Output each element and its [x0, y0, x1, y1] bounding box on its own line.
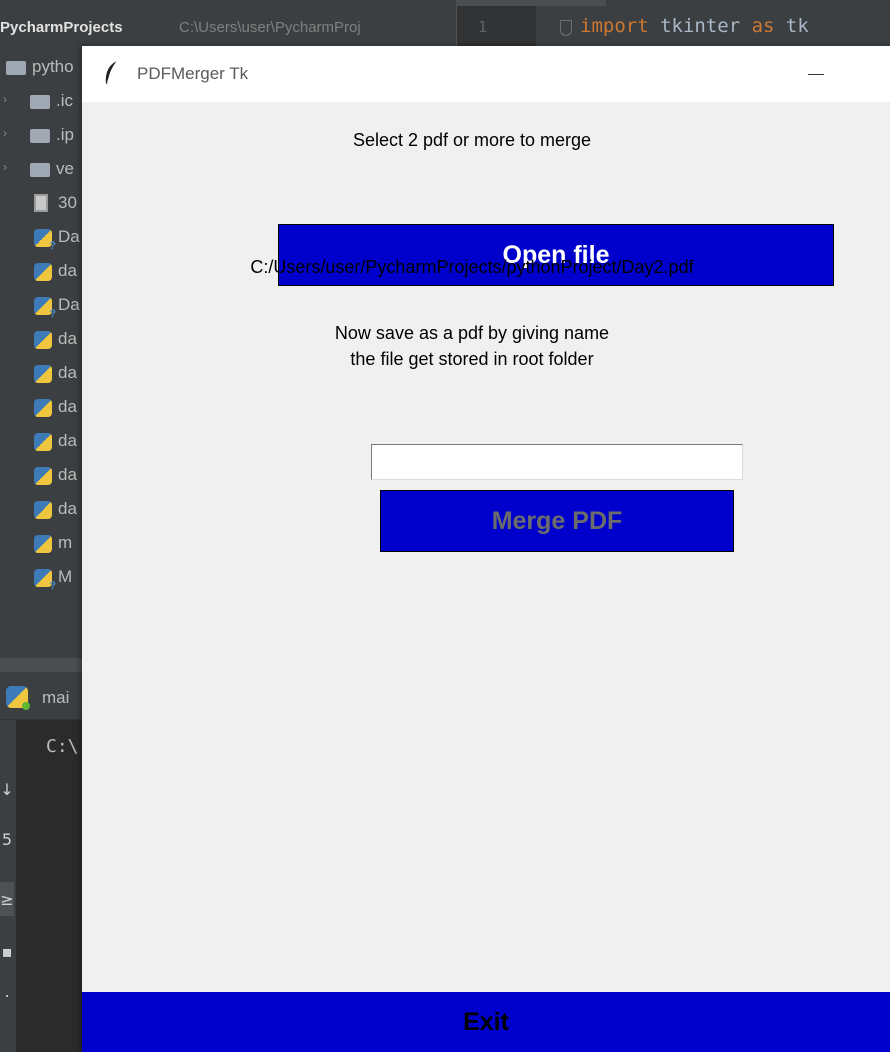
tree-item[interactable]: › .ic	[0, 86, 82, 120]
project-tree-scrollbar[interactable]	[0, 658, 82, 672]
tree-item-label: M	[58, 567, 73, 586]
python-file-icon	[34, 501, 52, 519]
editor-gutter	[456, 6, 536, 46]
python-file-icon	[34, 535, 52, 553]
tree-item[interactable]: 30	[0, 188, 82, 222]
tree-item[interactable]: da	[0, 392, 82, 426]
python-file-icon	[34, 467, 52, 485]
tree-item[interactable]: › .ip	[0, 120, 82, 154]
tree-item-label: da	[58, 499, 77, 518]
console-output: C:\	[46, 736, 79, 757]
select-instruction-label: Select 2 pdf or more to merge	[352, 130, 592, 150]
tree-item[interactable]: Da	[0, 290, 82, 324]
save-instruction-line2: the file get stored in root folder	[350, 349, 594, 369]
python-file-icon	[34, 229, 56, 252]
tree-item[interactable]: M	[0, 562, 82, 596]
exit-button[interactable]: Exit	[82, 992, 890, 1052]
ide-project-title[interactable]: PycharmProjects	[0, 19, 123, 36]
editor-line-number: 1	[478, 18, 488, 36]
tree-item-label: da	[58, 329, 77, 348]
window-content: Select 2 pdf or more to merge Open file …	[82, 102, 872, 992]
tree-item-label: da	[58, 397, 77, 416]
tree-item-label: pytho	[32, 57, 74, 76]
tree-item[interactable]: da	[0, 460, 82, 494]
merge-pdf-button[interactable]: Merge PDF	[380, 490, 734, 552]
tree-item[interactable]: Da	[0, 222, 82, 256]
expand-arrow-icon[interactable]: ›	[3, 92, 7, 106]
save-instruction-line1: Now save as a pdf by giving name	[334, 323, 610, 343]
project-tree: pytho › .ic › .ip › ve 30 Da da Da da da da da da da mM	[0, 46, 82, 658]
python-file-icon	[34, 433, 52, 451]
code-keyword-import: import	[580, 15, 649, 37]
folder-icon	[30, 129, 50, 143]
folder-icon	[30, 163, 50, 177]
tree-item-label: da	[58, 261, 77, 280]
code-keyword-as: as	[751, 15, 775, 37]
text-file-icon	[34, 194, 48, 212]
run-tab-label[interactable]: mai	[42, 688, 69, 708]
tree-item-label: m	[58, 533, 73, 552]
tree-item[interactable]: pytho	[0, 52, 82, 86]
tree-item-label: .ip	[56, 125, 74, 144]
python-file-icon	[34, 263, 52, 281]
tree-item-label: da	[58, 431, 77, 450]
python-run-icon	[6, 686, 30, 710]
run-toolstrip: ↓ 5 ≥ ▪.	[0, 720, 16, 1052]
python-file-icon	[34, 331, 52, 349]
tree-item[interactable]: da	[0, 324, 82, 358]
run-tool-icon[interactable]: ↓	[0, 780, 14, 799]
selected-file-path: C:/Users/user/PycharmProjects/pythonProj…	[250, 257, 694, 277]
tree-item[interactable]: m	[0, 528, 82, 562]
python-file-icon	[34, 297, 56, 320]
tree-item-label: da	[58, 465, 77, 484]
run-tool-icon[interactable]: 5	[0, 830, 14, 849]
tree-item-label: ve	[56, 159, 74, 178]
editor-code-line[interactable]: import tkinter as tk	[580, 15, 809, 37]
output-filename-input[interactable]	[371, 444, 743, 480]
code-module: tkinter	[648, 15, 752, 37]
tree-item[interactable]: › ve	[0, 154, 82, 188]
tree-item[interactable]: da	[0, 256, 82, 290]
minimize-button[interactable]	[798, 56, 838, 92]
folder-icon	[30, 95, 50, 109]
tree-item[interactable]: da	[0, 494, 82, 528]
ide-project-path: C:\Users\user\PycharmProj	[179, 19, 361, 36]
expand-arrow-icon[interactable]: ›	[3, 126, 7, 140]
run-tool-icon[interactable]: .	[0, 982, 14, 1001]
tree-item-label: Da	[58, 227, 80, 246]
tree-item[interactable]: da	[0, 358, 82, 392]
run-tool-icon[interactable]: ▪	[0, 942, 14, 961]
tree-item-label: da	[58, 363, 77, 382]
fold-marker-icon[interactable]	[560, 20, 572, 36]
folder-icon	[6, 61, 26, 75]
python-file-icon	[34, 399, 52, 417]
expand-arrow-icon[interactable]: ›	[3, 160, 7, 174]
tree-item[interactable]: da	[0, 426, 82, 460]
window-titlebar[interactable]: PDFMerger Tk	[82, 46, 890, 102]
pdfmerger-window: PDFMerger Tk Select 2 pdf or more to mer…	[82, 46, 890, 1052]
tk-feather-icon	[105, 60, 118, 85]
tree-item-label: 30	[58, 193, 77, 212]
run-tool-icon[interactable]: ≥	[0, 890, 14, 909]
tree-item-label: Da	[58, 295, 80, 314]
window-title: PDFMerger Tk	[137, 64, 249, 83]
python-file-icon	[34, 569, 56, 592]
python-file-icon	[34, 365, 52, 383]
tree-item-label: .ic	[56, 91, 73, 110]
code-alias: tk	[774, 15, 809, 37]
save-instruction-label: Now save as a pdf by giving name the fil…	[82, 320, 862, 372]
